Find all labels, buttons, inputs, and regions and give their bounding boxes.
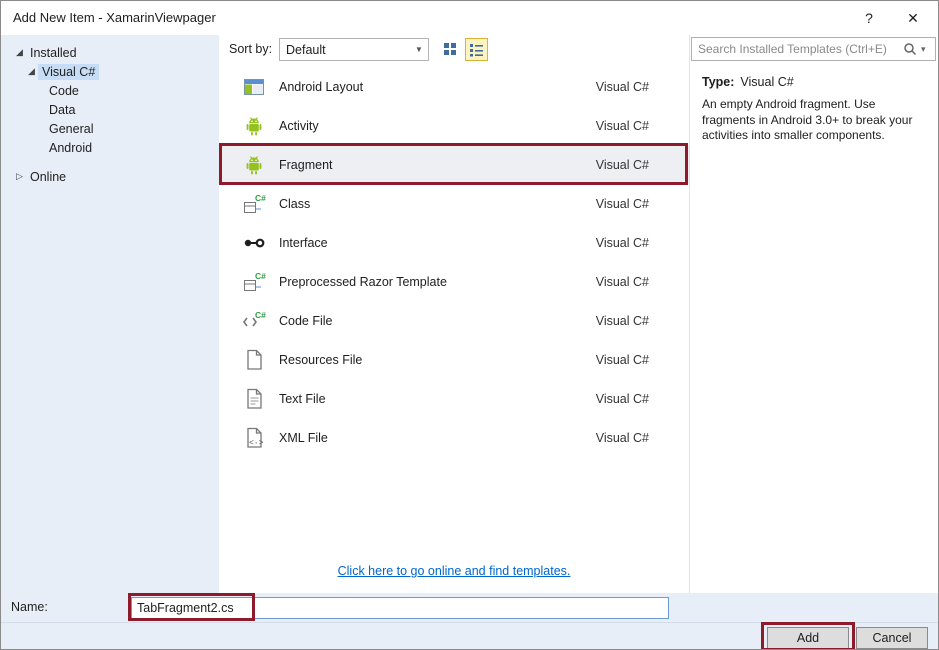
android-robot-icon [241,152,267,178]
bottom-divider [1,622,938,623]
template-description: An empty Android fragment. Use fragments… [702,97,913,143]
template-row-interface[interactable]: Interface Visual C# [219,223,689,262]
sort-by-dropdown[interactable]: Default ▼ [279,38,429,61]
template-row-razor-template[interactable]: C# Preprocessed Razor Template Visual C# [219,262,689,301]
search-box: ▾ [691,37,936,61]
chevron-down-icon: ▼ [415,45,423,54]
close-button[interactable]: ✕ [894,1,932,35]
grid-view-icon [444,43,456,55]
template-row-resources-file[interactable]: Resources File Visual C# [219,340,689,379]
svg-text:C#: C# [255,271,266,281]
template-name: Activity [279,118,319,133]
online-templates-link[interactable]: Click here to go online and find templat… [338,564,571,578]
dialog-title: Add New Item - XamarinViewpager [13,10,216,25]
template-row-class[interactable]: C# Class Visual C# [219,184,689,223]
help-button[interactable]: ? [852,1,886,35]
code-file-icon: C# [241,308,267,334]
sidebar-item-label: Visual C# [38,63,100,80]
template-row-activity[interactable]: Activity Visual C# [219,106,689,145]
sidebar-item-general[interactable]: General [1,119,219,138]
template-row-fragment[interactable]: Fragment Visual C# [219,145,689,184]
sidebar-item-visual-csharp[interactable]: ◢ Visual C# [1,62,219,81]
template-name: Resources File [279,352,363,367]
template-language: Visual C# [595,430,649,445]
template-language: Visual C# [595,118,649,133]
template-name: XML File [279,430,328,445]
template-row-android-layout[interactable]: Android Layout Visual C# [219,67,689,106]
svg-text:C#: C# [255,310,266,320]
template-row-code-file[interactable]: C# Code File Visual C# [219,301,689,340]
template-language: Visual C# [595,274,649,289]
template-name: Interface [279,235,328,250]
template-language: Visual C# [595,157,649,172]
template-name: Fragment [279,157,333,172]
android-robot-icon [241,113,267,139]
sidebar-item-code[interactable]: Code [1,81,219,100]
template-name: Preprocessed Razor Template [279,274,447,289]
sidebar-item-android[interactable]: Android [1,138,219,157]
tree-collapsed-icon[interactable]: ▷ [13,171,26,182]
add-button[interactable]: Add [767,627,849,649]
details-panel: ▾ Type: Visual C# An empty Android fragme… [690,35,938,593]
template-language: Visual C# [595,79,649,94]
sidebar-item-installed[interactable]: ◢ Installed [1,43,219,62]
template-language: Visual C# [595,196,649,211]
name-label: Name: [11,600,48,614]
tree-expanded-icon[interactable]: ◢ [25,66,38,77]
xml-file-icon: <·> [241,425,267,451]
template-language: Visual C# [595,235,649,250]
title-bar[interactable]: Add New Item - XamarinViewpager ? ✕ [1,1,938,35]
razor-template-icon: C# [241,269,267,295]
cancel-button[interactable]: Cancel [856,627,928,649]
template-list-panel: Sort by: Default ▼ Android Layout Visual… [219,35,689,593]
svg-text:<·>: <·> [249,439,264,448]
template-language: Visual C# [595,313,649,328]
template-name: Code File [279,313,333,328]
category-sidebar: ◢ Installed ◢ Visual C# Code Data Genera… [1,35,219,593]
search-input[interactable] [692,39,899,59]
template-row-text-file[interactable]: Text File Visual C# [219,379,689,418]
template-list: Android Layout Visual C# Activity Visual… [219,67,689,457]
sidebar-item-label: Code [49,83,79,98]
small-icons-view-button[interactable] [439,38,462,61]
sidebar-item-label: Online [30,169,67,184]
sidebar-item-label: General [49,121,94,136]
tree-expanded-icon[interactable]: ◢ [13,47,26,58]
list-view-button[interactable] [465,38,488,61]
sidebar-item-data[interactable]: Data [1,100,219,119]
name-input[interactable] [131,597,669,619]
template-name: Class [279,196,311,211]
template-language: Visual C# [595,391,649,406]
class-icon: C# [241,191,267,217]
sort-by-label: Sort by: [229,42,273,56]
svg-text:C#: C# [255,193,266,203]
interface-icon [241,230,267,256]
android-layout-icon [241,74,267,100]
template-type-line: Type: Visual C# [702,75,794,89]
sidebar-item-label: Data [49,102,76,117]
bottom-bar: Name: Add Cancel [1,593,938,649]
online-templates-link-row: Click here to go online and find templat… [219,564,689,578]
type-value: Visual C# [740,75,794,89]
add-new-item-dialog: Add New Item - XamarinViewpager ? ✕ ◢ In… [0,0,939,650]
template-language: Visual C# [595,352,649,367]
sidebar-item-online[interactable]: ▷ Online [1,167,219,186]
search-icon[interactable] [899,42,921,56]
list-view-icon [470,44,483,57]
type-label: Type: [702,75,735,89]
resources-file-icon [241,347,267,373]
text-file-icon [241,386,267,412]
template-row-xml-file[interactable]: <·> XML File Visual C# [219,418,689,457]
sort-by-value: Default [286,42,326,57]
sidebar-item-label: Installed [30,45,77,60]
sidebar-item-label: Android [49,140,93,155]
template-name: Text File [279,391,326,406]
search-dropdown-icon[interactable]: ▾ [921,44,935,55]
template-name: Android Layout [279,79,364,94]
